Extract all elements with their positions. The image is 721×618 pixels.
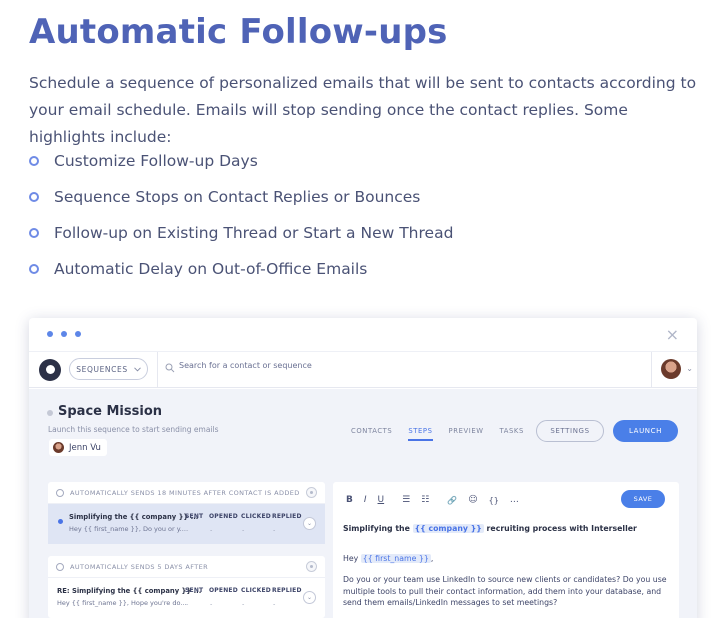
close-icon[interactable]: × [666,325,679,344]
gear-icon[interactable] [306,561,317,572]
highlight-item: Follow-up on Existing Thread or Start a … [29,215,453,251]
highlight-item: Automatic Delay on Out-of-Office Emails [29,251,453,287]
selected-dot-icon [58,519,63,524]
stat-value: - [273,600,276,608]
gear-icon[interactable] [306,487,317,498]
chevron-down-icon [133,366,141,372]
settings-button[interactable]: SETTINGS [536,420,604,442]
window-dot-icon [47,331,53,337]
template-variable: {{ first_name }} [360,554,431,563]
avatar [53,442,64,453]
logo-icon[interactable] [39,359,61,381]
clock-icon [56,562,64,571]
stat-value: - [242,526,245,534]
editor-toolbar: B I U ☰ ☷ 🔗 ☺ {} … [346,495,530,505]
chevron-down-icon[interactable]: ⌄ [686,364,693,373]
stat-value: - [210,526,213,534]
page-description: Schedule a sequence of personalized emai… [29,74,697,146]
stat-header: REPLIED [272,587,302,594]
highlight-item: Customize Follow-up Days [29,143,453,179]
launch-button[interactable]: LAUNCH [613,420,678,442]
search-input[interactable] [179,361,479,370]
step-schedule: AUTOMATICALLY SENDS 18 MINUTES AFTER CON… [48,482,325,504]
email-body[interactable]: Do you or your team use LinkedIn to sour… [343,574,673,609]
more-icon[interactable]: … [510,495,519,505]
bold-icon[interactable]: B [346,495,353,505]
variable-icon[interactable]: {} [489,496,499,505]
step-card: AUTOMATICALLY SENDS 5 DAYS AFTER RE: Sim… [48,556,325,618]
highlight-item: Sequence Stops on Contact Replies or Bou… [29,179,453,215]
chevron-down-icon[interactable]: ⌄ [303,591,316,604]
app-screenshot: × SEQUENCES ⌄ Space Mission Launch this … [29,318,697,618]
sequence-title: Space Mission [58,404,162,419]
email-subject[interactable]: Simplifying the {{ company }} recruiting… [343,524,637,533]
top-navbar: SEQUENCES ⌄ [29,352,697,388]
save-button[interactable]: SAVE [621,490,665,508]
emoji-icon[interactable]: ☺ [468,495,477,505]
stat-header: SENT [185,513,204,520]
underline-icon[interactable]: U [378,495,385,505]
avatar[interactable] [661,359,681,379]
stat-value: - [186,526,189,534]
stat-header: OPENED [209,587,238,594]
stat-header: SENT [185,587,204,594]
window-dot-icon [61,331,67,337]
stat-value: - [242,600,245,608]
window-dot-icon [75,331,81,337]
status-dot-icon [47,410,53,416]
email-editor: B I U ☰ ☷ 🔗 ☺ {} … SAVE Simplifying the … [333,482,679,618]
bullet-icon [29,264,39,274]
template-variable: {{ company }} [412,524,484,533]
link-icon[interactable]: 🔗 [447,496,457,505]
step-card: AUTOMATICALLY SENDS 18 MINUTES AFTER CON… [48,482,325,544]
window-titlebar: × [29,318,697,352]
sequence-subtitle: Launch this sequence to start sending em… [48,425,219,434]
italic-icon[interactable]: I [364,495,367,505]
step-row[interactable]: RE: Simplifying the {{ company }} ... He… [48,578,325,618]
tab-tasks[interactable]: TASKS [500,427,524,441]
stat-value: - [273,526,276,534]
bullet-list-icon[interactable]: ☷ [421,495,429,505]
step-row[interactable]: Simplifying the {{ company }} ... Hey {{… [48,504,325,544]
tab-preview[interactable]: PREVIEW [449,427,484,441]
divider [651,352,652,388]
clock-icon [56,488,64,497]
page-title: Automatic Follow-ups [29,12,448,52]
sequence-tabs: CONTACTS STEPS PREVIEW TASKS [351,427,524,441]
search-icon [165,363,175,373]
bullet-icon [29,156,39,166]
highlights-list: Customize Follow-up Days Sequence Stops … [29,143,453,287]
bullet-icon [29,228,39,238]
stat-header: REPLIED [272,513,302,520]
divider [157,352,158,388]
email-greeting[interactable]: Hey {{ first_name }}, [343,554,433,563]
tab-steps[interactable]: STEPS [408,427,433,441]
bullet-icon [29,192,39,202]
ordered-list-icon[interactable]: ☰ [402,495,410,505]
tab-contacts[interactable]: CONTACTS [351,427,392,441]
stat-value: - [210,600,213,608]
sequences-dropdown[interactable]: SEQUENCES [69,358,148,380]
stat-header: CLICKED [241,587,271,594]
sequence-workspace: Space Mission Launch this sequence to st… [29,389,697,618]
chevron-down-icon[interactable]: ⌄ [303,517,316,530]
stat-header: CLICKED [241,513,271,520]
stat-header: OPENED [209,513,238,520]
step-schedule: AUTOMATICALLY SENDS 5 DAYS AFTER [48,556,325,578]
stat-value: - [186,600,189,608]
owner-chip[interactable]: Jenn Vu [49,439,107,456]
